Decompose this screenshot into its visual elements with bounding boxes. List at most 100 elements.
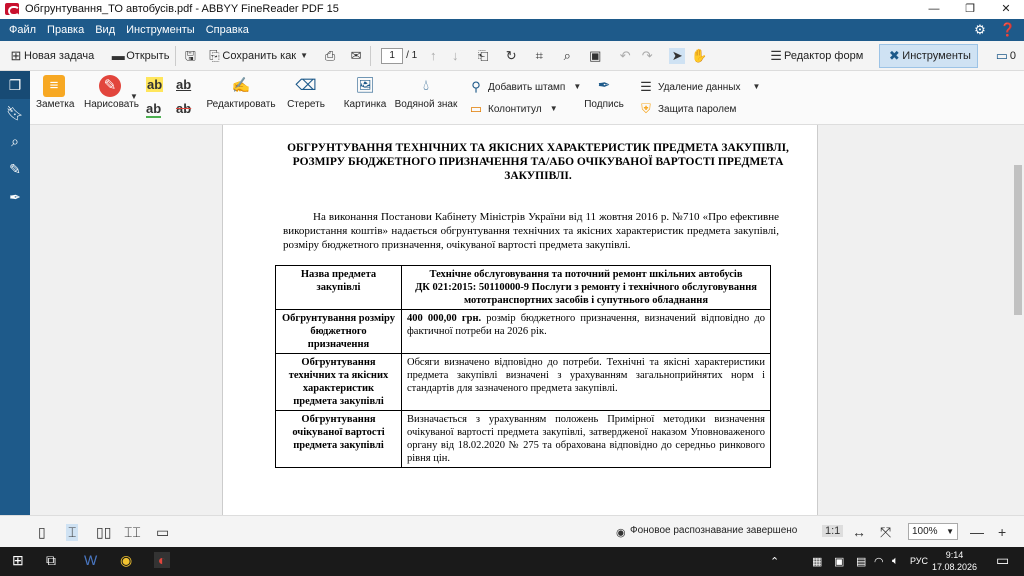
separator [175, 45, 177, 66]
add-page-icon[interactable]: ⎗ [475, 48, 491, 64]
attachment-icon[interactable]: ✎ [0, 155, 30, 183]
find-page-icon[interactable]: ⌕ [559, 48, 575, 64]
page-number-input[interactable]: 1 [381, 47, 404, 64]
title-bar: Обгрунтування_ТО автобусів.pdf - ABBYY F… [0, 0, 1024, 18]
actual-size-button[interactable]: 1:1 [822, 525, 844, 537]
arrow-up-icon[interactable]: ↑ [425, 48, 441, 64]
open-button[interactable]: ▬ Открыть [110, 44, 170, 68]
edit-tool[interactable]: ✍ Редактировать [206, 75, 276, 110]
task-view-icon[interactable]: ⧉ [46, 552, 56, 569]
menu-edit[interactable]: Правка [47, 24, 84, 36]
form-editor-icon: ☰ [770, 48, 782, 63]
document-title: ОБГРУНТУВАННЯ ТЕХНІЧНИХ ТА ЯКІСНИХ ХАРАК… [287, 142, 789, 182]
single-page-icon[interactable]: ▯ [38, 524, 46, 541]
arrow-down-icon[interactable]: ↓ [447, 48, 463, 64]
remove-data-button[interactable]: ☰ Удаление данных ▼ [638, 79, 764, 95]
vertical-scrollbar[interactable] [1012, 125, 1024, 515]
presentation-icon[interactable]: ▭ [156, 524, 169, 541]
save-as-button[interactable]: ⎘ Сохранить как ▼ [206, 44, 312, 68]
menu-view[interactable]: Вид [95, 24, 115, 36]
system-clock[interactable]: 9:14 17.08.2026 [932, 549, 977, 573]
help-icon[interactable]: ❓ [1000, 22, 1016, 38]
add-stamp-button[interactable]: ⚲ Добавить штамп ▼ [468, 79, 585, 95]
new-task-button[interactable]: ⊞ Новая задача [8, 44, 95, 68]
underline-green-icon[interactable]: ab [146, 101, 162, 118]
menu-help[interactable]: Справка [206, 24, 249, 36]
print-icon[interactable]: ⎙ [322, 48, 338, 64]
tray-app-icon[interactable]: ▣ [834, 555, 844, 568]
menu-file[interactable]: Файл [9, 24, 36, 36]
maximize-button[interactable]: ❐ [952, 0, 988, 18]
note-icon: ≡ [43, 75, 65, 97]
document-page[interactable]: ОБГРУНТУВАННЯ ТЕХНІЧНИХ ТА ЯКІСНИХ ХАРАК… [222, 125, 818, 515]
save-icon[interactable]: 🖫 [182, 48, 198, 64]
scroll-view-icon[interactable]: ⌶ [66, 524, 79, 541]
pages-icon[interactable]: ❐ [0, 71, 30, 99]
volume-icon[interactable]: 🔈︎ [892, 555, 899, 568]
signature-tool[interactable]: ✒ Подпись [582, 75, 626, 110]
hand-icon[interactable]: ✋ [691, 48, 707, 64]
remove-data-icon: ☰ [640, 79, 652, 94]
highlight-icon[interactable]: ab [146, 77, 164, 92]
chevron-down-icon[interactable]: ▼ [126, 89, 142, 105]
comments-count: 0 [1009, 50, 1016, 62]
scrollbar-thumb[interactable] [1014, 165, 1022, 315]
zoom-out-button[interactable]: — [970, 524, 984, 540]
windows-start-icon[interactable]: ⊞ [12, 552, 24, 569]
note-label: Заметка [36, 99, 75, 110]
pen-icon: ✒ [597, 77, 611, 94]
rotate-icon[interactable]: ↻ [503, 48, 519, 64]
zoom-in-button[interactable]: + [998, 524, 1006, 540]
note-tool[interactable]: ≡ Заметка [36, 75, 75, 110]
bookmark-icon[interactable]: 🔖︎ [0, 99, 30, 127]
password-protect-button[interactable]: ⛨ Защита паролем [638, 101, 736, 117]
open-label: Открыть [126, 49, 170, 62]
finereader-taskbar-icon[interactable]: ◐ [154, 552, 171, 568]
document-paragraph: На виконання Постанови Кабінету Міністрі… [283, 211, 779, 251]
strikethrough-icon[interactable]: ab [176, 101, 191, 116]
close-button[interactable]: ✕ [988, 0, 1024, 18]
tools-button[interactable]: ✖ Инструменты [879, 44, 978, 68]
zoom-select[interactable]: 100% ▼ [908, 523, 958, 540]
fit-width-icon[interactable]: ↔ [852, 524, 866, 540]
minimize-button[interactable]: — [916, 0, 952, 18]
tray-app2-icon[interactable]: ▤ [856, 555, 866, 568]
tray-up-icon[interactable]: ⌃ [770, 555, 779, 568]
image-page-icon[interactable]: ▣ [587, 48, 603, 64]
crop-icon[interactable]: ⌗ [531, 48, 547, 64]
input-language[interactable]: РУС [910, 556, 928, 566]
table-header-right-line1: Технічне обслуговування та поточний ремо… [429, 269, 743, 280]
left-sidebar: ❐ 🔖︎ ⌕ ✎ ✒ [0, 71, 30, 515]
redo-icon[interactable]: ↷ [639, 48, 655, 64]
window-title: Обгрунтування_ТО автобусів.pdf - ABBYY F… [25, 3, 339, 15]
gear-icon[interactable]: ⚙ [974, 22, 986, 38]
picture-tool[interactable]: 🖼︎ Картинка [342, 75, 388, 110]
two-pages-scroll-icon[interactable]: ⌶⌶ [124, 524, 141, 541]
mail-icon[interactable]: ✉ [348, 48, 364, 64]
underline-icon[interactable]: ab [176, 77, 191, 92]
comments-button[interactable]: ▭ 0 [994, 44, 1016, 68]
network-icon[interactable]: ▦ [812, 555, 822, 568]
table-cell-value: Визначається з урахуванням положень Прим… [401, 410, 771, 468]
document-table: Назва предмета закупівлі Технічне обслуг… [275, 265, 771, 468]
status-bar: ▯ ⌶ ▯▯ ⌶⌶ ▭ ◉ Фоновое распознавание заве… [0, 515, 1024, 547]
pointer-icon[interactable]: ➤ [669, 47, 686, 64]
watermark-tool[interactable]: 💧︎ Водяной знак [394, 75, 458, 110]
menu-right: ⚙ ❓ [974, 22, 1016, 38]
two-pages-icon[interactable]: ▯▯ [96, 524, 111, 541]
menu-tools[interactable]: Инструменты [126, 24, 195, 36]
undo-icon[interactable]: ↶ [617, 48, 633, 64]
form-editor-button[interactable]: ☰ Редактор форм [768, 44, 863, 68]
wifi-icon[interactable]: ◠ [874, 555, 884, 568]
search-icon[interactable]: ⌕ [0, 127, 30, 155]
signature-panel-icon[interactable]: ✒ [0, 183, 30, 211]
form-editor-label: Редактор форм [784, 50, 864, 62]
chrome-icon[interactable]: ◉ [120, 552, 132, 569]
notifications-icon[interactable]: ▭ [996, 552, 1009, 569]
edit-label: Редактировать [206, 99, 276, 110]
word-icon[interactable]: W [84, 552, 97, 568]
header-footer-button[interactable]: ▭ Колонтитул ▼ [468, 101, 562, 117]
header-footer-label: Колонтитул [488, 103, 542, 115]
erase-tool[interactable]: ⌫ Стереть [284, 75, 328, 110]
fit-page-icon[interactable]: ⤧ [880, 524, 891, 541]
